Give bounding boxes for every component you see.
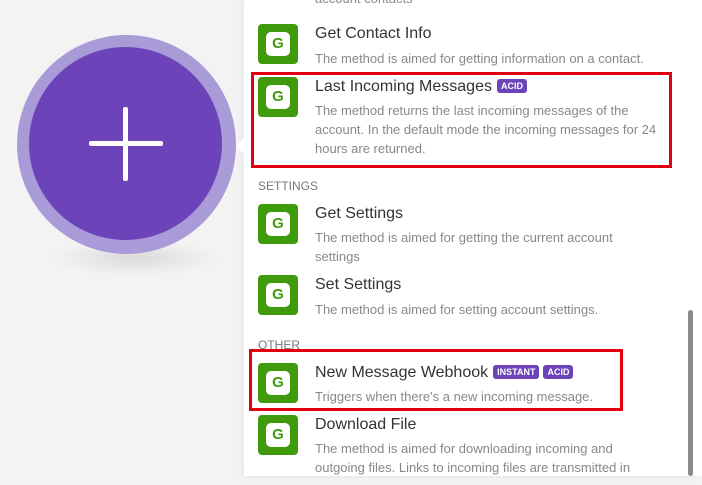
module-desc: The method is aimed for getting the curr… <box>315 230 613 264</box>
highlight-box <box>251 72 672 168</box>
module-item-set-settings[interactable]: G Set Settings The method is aimed for s… <box>258 275 678 319</box>
app-logo-icon: G <box>258 204 298 244</box>
app-logo-icon: G <box>258 415 298 455</box>
module-item-download-file[interactable]: G Download File The method is aimed for … <box>258 415 678 485</box>
module-item-partial[interactable]: account contacts <box>258 0 678 10</box>
plus-icon-vertical <box>123 107 128 181</box>
module-title: Get Contact Info <box>315 25 432 42</box>
module-desc: The method is aimed for getting informat… <box>315 51 644 66</box>
module-title: Get Settings <box>315 205 404 222</box>
module-desc: The method is aimed for setting account … <box>315 302 599 317</box>
module-title: Set Settings <box>315 276 402 293</box>
module-desc: account contacts <box>315 0 660 8</box>
panel-pointer-arrow <box>236 137 245 155</box>
add-module-button[interactable] <box>29 47 222 240</box>
module-desc: The method is aimed for downloading inco… <box>315 441 631 475</box>
section-header-settings: SETTINGS <box>258 179 319 193</box>
module-item-get-contact-info[interactable]: G Get Contact Info The method is aimed f… <box>258 24 678 68</box>
highlight-box <box>249 349 623 411</box>
scenario-canvas <box>0 0 244 476</box>
module-item-get-settings[interactable]: G Get Settings The method is aimed for g… <box>258 204 678 266</box>
app-logo-icon: G <box>258 24 298 64</box>
scrollbar[interactable] <box>688 310 693 476</box>
app-logo-icon: G <box>258 275 298 315</box>
module-title: Download File <box>315 416 417 433</box>
